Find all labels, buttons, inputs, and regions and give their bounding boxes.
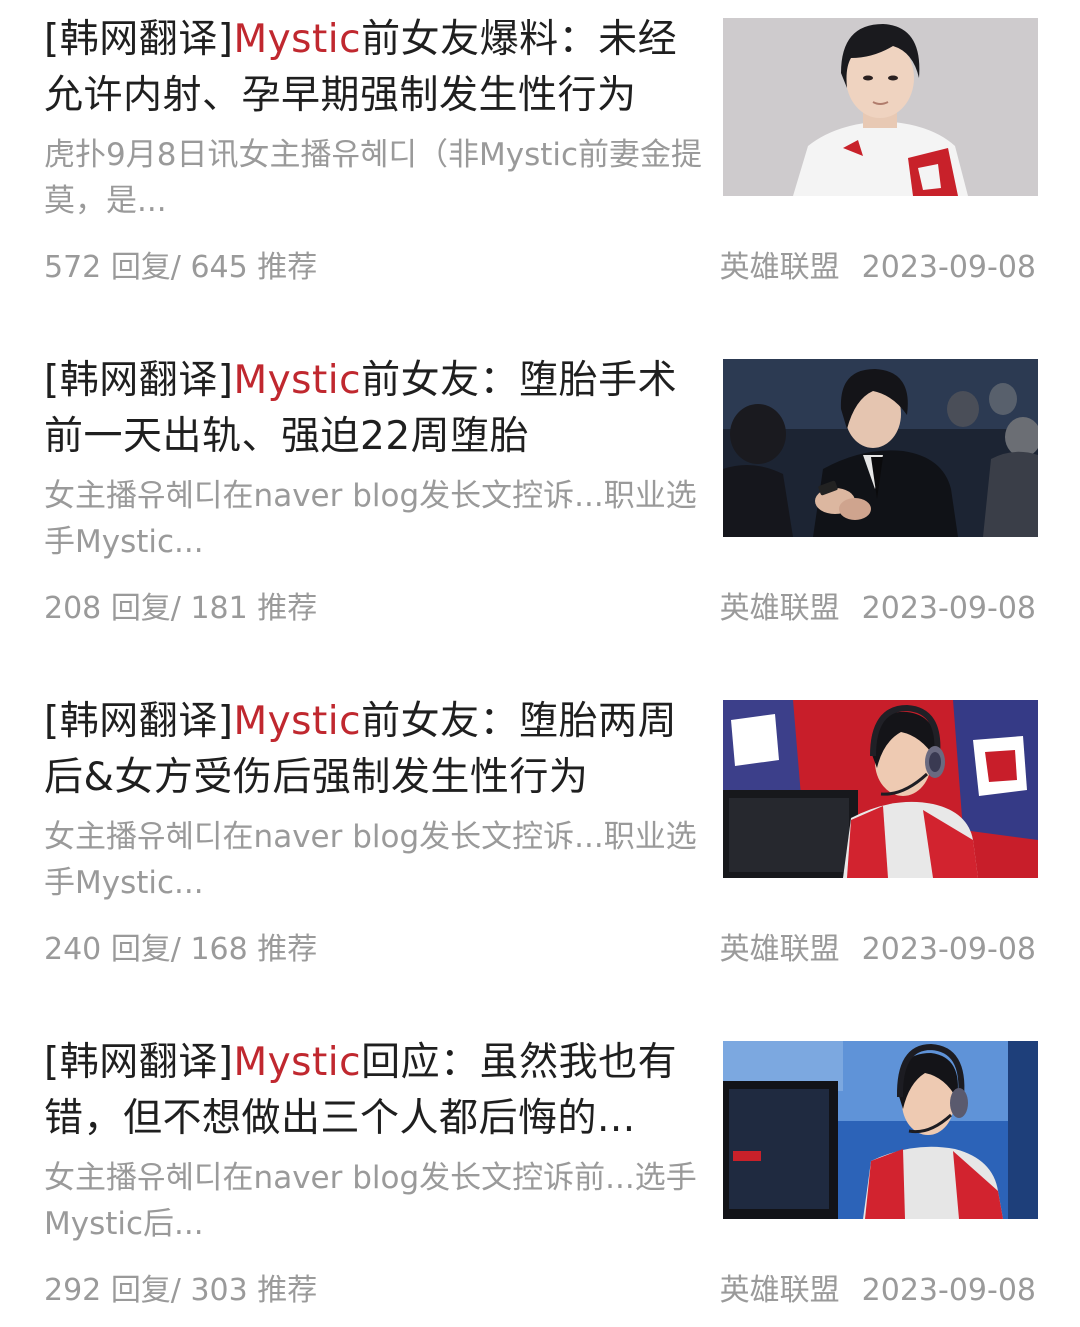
card-text: [韩网翻译]Mystic前女友爆料：未经允许内射、孕早期强制发生性行为 虎扑9月… xyxy=(44,12,706,224)
post-snippet: 女主播유혜디在naver blog发长文控诉...职业选手Mystic... xyxy=(44,478,697,560)
post-snippet: 虎扑9月8日讯女主播유혜디（非Mystic前妻金提莫，是... xyxy=(44,137,703,219)
post-date: 2023-09-08 xyxy=(861,1273,1036,1308)
news-card[interactable]: [韩网翻译]Mystic前女友：堕胎手术前一天出轨、强迫22周堕胎 女主播유혜디… xyxy=(0,341,1080,682)
post-thumbnail[interactable] xyxy=(723,1041,1038,1219)
title-highlight: Mystic xyxy=(233,1040,362,1085)
gamer-stage-image xyxy=(723,1041,1038,1219)
recommend-count: 168 xyxy=(190,932,248,967)
suit-photo-image xyxy=(723,359,1038,537)
post-thumbnail[interactable] xyxy=(723,700,1038,878)
news-card[interactable]: [韩网翻译]Mystic回应：虽然我也有错，但不想做出三个人都后悔的... 女主… xyxy=(0,1023,1080,1327)
news-card[interactable]: [韩网翻译]Mystic前女友爆料：未经允许内射、孕早期强制发生性行为 虎扑9月… xyxy=(0,0,1080,341)
post-title[interactable]: [韩网翻译]Mystic前女友爆料：未经允许内射、孕早期强制发生性行为 xyxy=(44,12,706,124)
recommend-label: 推荐 xyxy=(257,932,318,967)
reply-label: 回复/ xyxy=(110,591,181,626)
post-date: 2023-09-08 xyxy=(861,591,1036,626)
title-prefix: [韩网翻译] xyxy=(44,699,234,744)
post-stats: 240 回复/ 168 推荐 xyxy=(44,930,317,970)
post-title[interactable]: [韩网翻译]Mystic回应：虽然我也有错，但不想做出三个人都后悔的... xyxy=(44,1035,706,1147)
post-title[interactable]: [韩网翻译]Mystic前女友：堕胎手术前一天出轨、强迫22周堕胎 xyxy=(44,353,706,465)
post-meta: 英雄联盟 2023-09-08 xyxy=(720,930,1036,970)
recommend-count: 645 xyxy=(190,250,248,285)
gamer-photo-image xyxy=(723,700,1038,878)
news-feed: [韩网翻译]Mystic前女友爆料：未经允许内射、孕早期强制发生性行为 虎扑9月… xyxy=(0,0,1080,1327)
reply-label: 回复/ xyxy=(110,932,181,967)
post-snippet: 女主播유혜디在naver blog发长文控诉...职业选手Mystic... xyxy=(44,819,697,901)
portrait-image xyxy=(723,18,1038,196)
recommend-label: 推荐 xyxy=(257,1273,318,1308)
post-meta: 英雄联盟 2023-09-08 xyxy=(720,1271,1036,1311)
news-card[interactable]: [韩网翻译]Mystic前女友：堕胎两周后&女方受伤后强制发生性行为 女主播유혜… xyxy=(0,682,1080,1023)
reply-count: 292 xyxy=(44,1273,102,1308)
reply-count: 208 xyxy=(44,591,102,626)
post-thumbnail[interactable] xyxy=(723,359,1038,537)
reply-count: 572 xyxy=(44,250,102,285)
post-category: 英雄联盟 xyxy=(719,1273,840,1308)
title-highlight: Mystic xyxy=(233,358,362,403)
title-prefix: [韩网翻译] xyxy=(44,17,234,62)
card-text: [韩网翻译]Mystic前女友：堕胎两周后&女方受伤后强制发生性行为 女主播유혜… xyxy=(44,694,706,906)
post-meta: 英雄联盟 2023-09-08 xyxy=(720,248,1036,288)
post-category: 英雄联盟 xyxy=(719,932,840,967)
recommend-count: 181 xyxy=(190,591,248,626)
recommend-label: 推荐 xyxy=(257,591,318,626)
post-stats: 208 回复/ 181 推荐 xyxy=(44,589,317,629)
post-meta: 英雄联盟 2023-09-08 xyxy=(720,589,1036,629)
reply-label: 回复/ xyxy=(110,1273,181,1308)
post-title[interactable]: [韩网翻译]Mystic前女友：堕胎两周后&女方受伤后强制发生性行为 xyxy=(44,694,706,806)
title-prefix: [韩网翻译] xyxy=(44,1040,234,1085)
title-highlight: Mystic xyxy=(233,699,362,744)
post-date: 2023-09-08 xyxy=(861,250,1036,285)
post-category: 英雄联盟 xyxy=(719,591,840,626)
recommend-label: 推荐 xyxy=(257,250,318,285)
post-stats: 572 回复/ 645 推荐 xyxy=(44,248,317,288)
reply-count: 240 xyxy=(44,932,102,967)
recommend-count: 303 xyxy=(190,1273,248,1308)
post-date: 2023-09-08 xyxy=(861,932,1036,967)
post-stats: 292 回复/ 303 推荐 xyxy=(44,1271,317,1311)
post-category: 英雄联盟 xyxy=(719,250,840,285)
post-snippet: 女主播유혜디在naver blog发长文控诉前...选手Mystic后... xyxy=(44,1160,697,1242)
card-text: [韩网翻译]Mystic回应：虽然我也有错，但不想做出三个人都后悔的... 女主… xyxy=(44,1035,706,1247)
reply-label: 回复/ xyxy=(110,250,181,285)
title-prefix: [韩网翻译] xyxy=(44,358,234,403)
post-thumbnail[interactable] xyxy=(723,18,1038,196)
card-text: [韩网翻译]Mystic前女友：堕胎手术前一天出轨、强迫22周堕胎 女主播유혜디… xyxy=(44,353,706,565)
title-highlight: Mystic xyxy=(233,17,362,62)
